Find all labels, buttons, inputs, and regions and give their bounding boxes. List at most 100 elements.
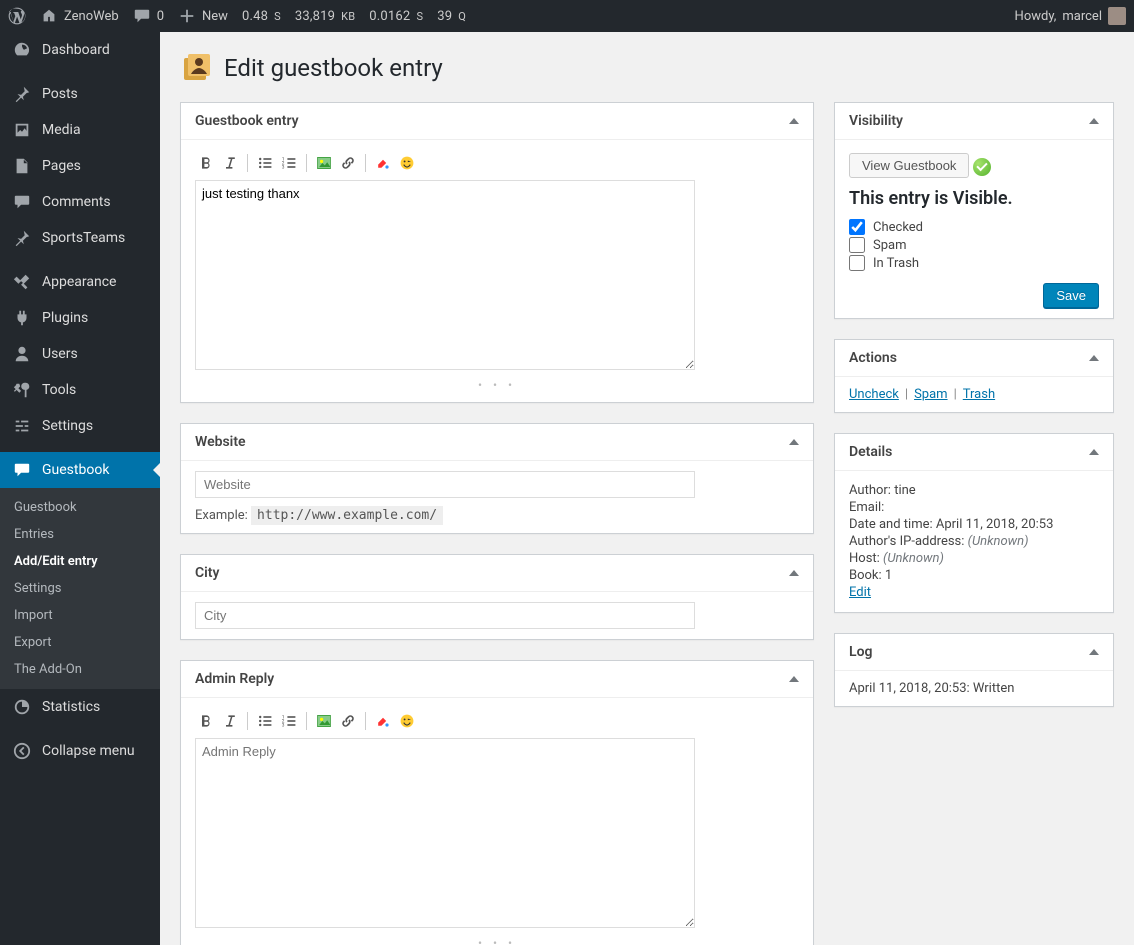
submenu-guestbook[interactable]: Guestbook [0, 494, 160, 521]
action-trash[interactable]: Trash [963, 387, 995, 402]
checked-row[interactable]: Checked [849, 219, 1099, 235]
collapse-menu[interactable]: Collapse menu [0, 733, 160, 769]
reply-textarea[interactable] [195, 738, 695, 928]
toggle-log[interactable] [1089, 649, 1099, 655]
media-icon [12, 120, 32, 140]
submenu-export[interactable]: Export [0, 629, 160, 656]
admin-sidebar: Dashboard Posts Media Pages Comments Spo… [0, 32, 160, 945]
spam-checkbox[interactable] [849, 237, 865, 253]
emoji-button[interactable] [396, 710, 418, 732]
city-input[interactable] [195, 602, 695, 629]
website-example: Example: http://www.example.com/ [195, 508, 799, 523]
ul-button[interactable] [254, 152, 276, 174]
sidebar-item-media[interactable]: Media [0, 112, 160, 148]
intrash-row[interactable]: In Trash [849, 255, 1099, 271]
toggle-actions[interactable] [1089, 355, 1099, 361]
detail-email-label: Email: [849, 500, 884, 515]
sidebar-item-sportsteams[interactable]: SportsTeams [0, 220, 160, 256]
action-uncheck[interactable]: Uncheck [849, 387, 899, 402]
ul-button[interactable] [254, 710, 276, 732]
checked-checkbox[interactable] [849, 219, 865, 235]
italic-button[interactable] [219, 152, 241, 174]
sidebar-item-statistics[interactable]: Statistics [0, 689, 160, 725]
sidebar-item-pages[interactable]: Pages [0, 148, 160, 184]
content-area: Edit guestbook entry Guestbook entry [160, 32, 1134, 945]
submenu-addedit[interactable]: Add/Edit entry [0, 548, 160, 575]
detail-host-label: Host: [849, 551, 883, 566]
sidebar-item-dashboard[interactable]: Dashboard [0, 32, 160, 68]
sidebar-item-posts[interactable]: Posts [0, 76, 160, 112]
ol-button[interactable]: 123 [278, 152, 300, 174]
guestbook-submenu: Guestbook Entries Add/Edit entry Setting… [0, 488, 160, 689]
submenu-settings[interactable]: Settings [0, 575, 160, 602]
pin-icon [12, 84, 32, 104]
dashboard-icon [12, 40, 32, 60]
submenu-import[interactable]: Import [0, 602, 160, 629]
paint-button[interactable] [372, 152, 394, 174]
new-content[interactable]: New [178, 7, 228, 25]
intrash-checkbox[interactable] [849, 255, 865, 271]
comments-count: 0 [157, 9, 164, 24]
statistics-icon [12, 697, 32, 717]
sidebar-label-posts: Posts [42, 86, 78, 102]
svg-text:3: 3 [282, 165, 285, 171]
image-button[interactable] [313, 710, 335, 732]
collapse-label: Collapse menu [42, 743, 135, 759]
view-guestbook-button[interactable]: View Guestbook [849, 153, 969, 178]
comments-bubble[interactable]: 0 [133, 7, 164, 25]
spam-label: Spam [873, 238, 907, 253]
howdy-user: marcel [1062, 9, 1102, 24]
stat-queries: 39Q [437, 9, 466, 24]
submenu-addon[interactable]: The Add-On [0, 656, 160, 683]
toggle-city[interactable] [789, 570, 799, 576]
save-button[interactable]: Save [1043, 283, 1099, 308]
users-icon [12, 344, 32, 364]
tools-icon [12, 380, 32, 400]
toggle-entry[interactable] [789, 118, 799, 124]
sidebar-item-comments[interactable]: Comments [0, 184, 160, 220]
website-input[interactable] [195, 471, 695, 498]
sidebar-item-settings[interactable]: Settings [0, 408, 160, 444]
detail-edit-link[interactable]: Edit [849, 585, 871, 600]
paint-button[interactable] [372, 710, 394, 732]
sidebar-item-guestbook[interactable]: Guestbook [0, 452, 160, 488]
wordpress-icon [8, 7, 26, 25]
box-title-website: Website [195, 434, 246, 450]
resize-handle-entry[interactable]: • • • [195, 378, 799, 392]
toggle-website[interactable] [789, 439, 799, 445]
home-icon [40, 7, 58, 25]
sidebar-item-tools[interactable]: Tools [0, 372, 160, 408]
sidebar-item-appearance[interactable]: Appearance [0, 264, 160, 300]
toggle-visibility[interactable] [1089, 118, 1099, 124]
resize-handle-reply[interactable]: • • • [195, 936, 799, 945]
wp-logo[interactable] [8, 7, 26, 25]
sidebar-label-users: Users [42, 346, 78, 362]
toggle-reply[interactable] [789, 676, 799, 682]
action-spam[interactable]: Spam [914, 387, 948, 402]
emoji-button[interactable] [396, 152, 418, 174]
reply-toolbar: 123 [195, 708, 799, 738]
bold-button[interactable] [195, 710, 217, 732]
italic-button[interactable] [219, 710, 241, 732]
link-button[interactable] [337, 710, 359, 732]
toggle-details[interactable] [1089, 449, 1099, 455]
sidebar-label-plugins: Plugins [42, 310, 88, 326]
bold-button[interactable] [195, 152, 217, 174]
howdy-prefix: Howdy, [1015, 9, 1057, 24]
detail-datetime-label: Date and time: [849, 517, 936, 532]
site-name[interactable]: ZenoWeb [40, 7, 119, 25]
image-button[interactable] [313, 152, 335, 174]
plugin-icon [12, 308, 32, 328]
howdy[interactable]: Howdy, marcel [1015, 7, 1126, 25]
box-guestbook-entry: Guestbook entry 123 [180, 102, 814, 403]
sidebar-label-sportsteams: SportsTeams [42, 230, 125, 246]
link-button[interactable] [337, 152, 359, 174]
spam-row[interactable]: Spam [849, 237, 1099, 253]
sidebar-label-comments: Comments [42, 194, 111, 210]
entry-textarea[interactable] [195, 180, 695, 370]
stat-mem: 33,819KB [295, 9, 355, 24]
sidebar-item-users[interactable]: Users [0, 336, 160, 372]
submenu-entries[interactable]: Entries [0, 521, 160, 548]
sidebar-item-plugins[interactable]: Plugins [0, 300, 160, 336]
ol-button[interactable]: 123 [278, 710, 300, 732]
